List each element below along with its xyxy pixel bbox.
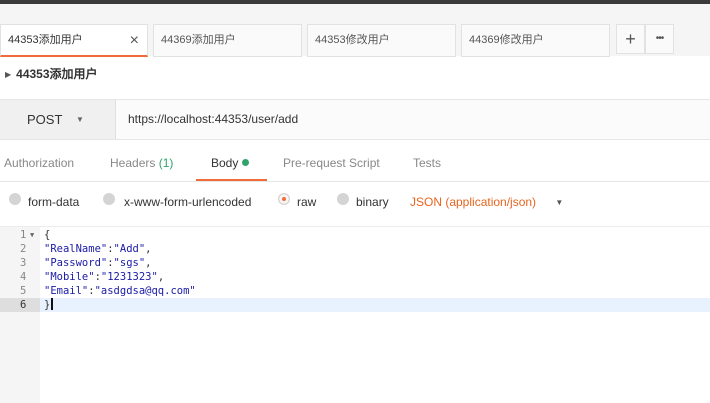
tab-prerequest-script[interactable]: Pre-request Script (283, 140, 380, 181)
radio-icon[interactable] (103, 193, 115, 205)
tab-headers-label: Headers (110, 156, 156, 170)
radio-label: x-www-form-urlencoded (124, 195, 252, 209)
radio-icon[interactable] (337, 193, 349, 205)
radio-label: form-data (28, 195, 80, 209)
more-tabs-button[interactable]: ••• (645, 24, 674, 54)
tab-body[interactable]: Body (196, 140, 267, 181)
json-comma: , (145, 243, 152, 255)
method-label: POST (27, 112, 63, 127)
tab-body-label: Body (211, 156, 239, 170)
radio-label: binary (356, 195, 389, 209)
fold-toggle-icon[interactable]: ▼ (30, 228, 34, 242)
chevron-down-icon: ▼ (555, 198, 564, 207)
json-comma: , (145, 257, 152, 269)
line-number: 3 (20, 257, 27, 269)
body-type-options: form-data x-www-form-urlencoded raw bina… (0, 182, 710, 227)
code-text: { (44, 229, 51, 241)
tab-label: 44369添加用户 (161, 34, 236, 46)
body-code-editor[interactable]: 1 ▼ { 2 "RealName":"Add", 3 "Password":"… (0, 227, 710, 403)
line-number: 2 (20, 243, 27, 255)
radio-urlencoded[interactable]: x-www-form-urlencoded (103, 182, 251, 226)
json-comma: , (157, 271, 165, 283)
tab-authorization[interactable]: Authorization (4, 140, 74, 181)
method-select[interactable]: POST ▼ (0, 100, 116, 139)
code-line: 3 "Password":"sgs", (0, 256, 710, 270)
radio-binary[interactable]: binary (337, 182, 389, 226)
line-number: 4 (20, 271, 27, 283)
close-icon[interactable]: × (130, 25, 139, 55)
request-tab-2[interactable]: 44369添加用户 (153, 24, 302, 57)
code-line: 2 "RealName":"Add", (0, 242, 710, 256)
json-value: "asdgdsa@qq.com" (94, 285, 196, 297)
request-tab-strip: 44353添加用户 × 44369添加用户 44353修改用户 44369修改用… (0, 4, 710, 57)
tab-label: 44353修改用户 (315, 34, 390, 46)
text-cursor (51, 298, 54, 310)
code-line: 5 "Email":"asdgdsa@qq.com" (0, 284, 710, 298)
headers-count: (1) (158, 156, 174, 170)
request-name-label: 44353添加用户 (16, 67, 98, 81)
json-key: "Email" (44, 285, 89, 297)
add-tab-button[interactable]: + (616, 24, 645, 54)
code-lines: 1 ▼ { 2 "RealName":"Add", 3 "Password":"… (0, 228, 710, 312)
radio-form-data[interactable]: form-data (9, 182, 79, 226)
line-number: 5 (20, 285, 27, 297)
json-value: "sgs" (113, 257, 146, 269)
url-input[interactable]: https://localhost:44353/user/add (128, 100, 298, 139)
chevron-down-icon: ▼ (76, 115, 84, 124)
tab-label: 44369修改用户 (469, 34, 544, 46)
json-value: "1231323" (100, 271, 158, 283)
tab-tests[interactable]: Tests (413, 140, 441, 181)
json-key: "Mobile" (44, 271, 95, 283)
request-tab-3[interactable]: 44353修改用户 (307, 24, 456, 57)
caret-right-icon[interactable]: ▶ (5, 65, 11, 85)
code-text: } (44, 299, 51, 311)
code-line: 1 ▼ { (0, 228, 710, 242)
request-sub-tabs: Authorization Headers (1) Body Pre-reque… (0, 140, 710, 182)
json-key: "Password" (44, 257, 108, 269)
code-line: 4 "Mobile":"1231323", (0, 270, 710, 284)
radio-checked-icon[interactable] (278, 193, 290, 205)
request-tab-1[interactable]: 44353添加用户 × (0, 24, 148, 57)
line-number: 6 (0, 298, 40, 312)
request-name[interactable]: ▶ 44353添加用户 (5, 64, 98, 84)
tab-label: 44353添加用户 (8, 34, 83, 46)
url-bar: POST ▼ https://localhost:44353/user/add (0, 99, 710, 140)
radio-label: raw (297, 195, 317, 209)
status-dot-icon (242, 159, 250, 166)
content-type-label: JSON (application/json) (410, 195, 537, 209)
request-tab-4[interactable]: 44369修改用户 (461, 24, 610, 57)
json-value: "Add" (113, 243, 146, 255)
code-line-current: 6 } (0, 298, 710, 312)
tab-headers[interactable]: Headers (1) (110, 140, 173, 181)
radio-icon[interactable] (9, 193, 21, 205)
radio-raw[interactable]: raw (278, 182, 316, 226)
json-key: "RealName" (44, 243, 108, 255)
content-type-select[interactable]: JSON (application/json) ▼ (410, 182, 563, 226)
